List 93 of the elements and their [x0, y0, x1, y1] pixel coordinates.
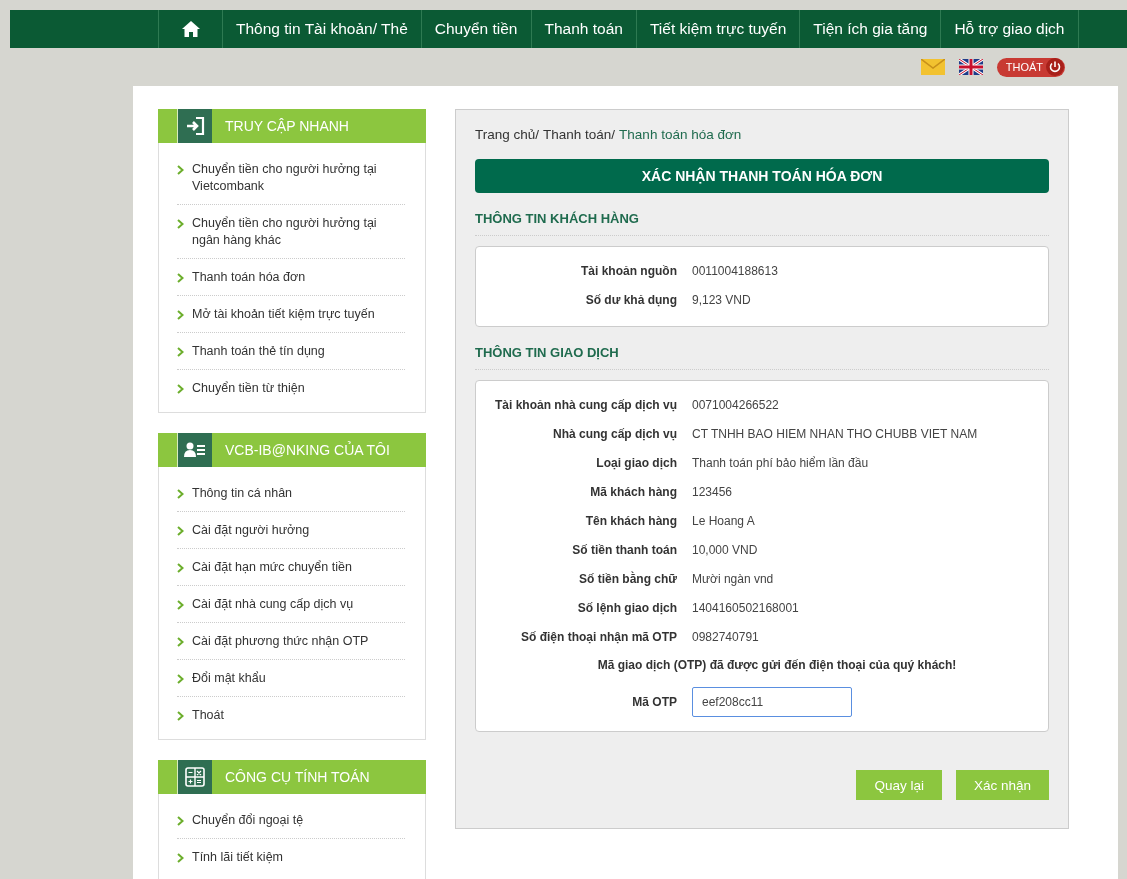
home-icon	[180, 20, 201, 38]
nav-link[interactable]: Thông tin Tài khoản/ Thẻ	[223, 10, 422, 48]
section-heading: THÔNG TIN KHÁCH HÀNG	[475, 211, 1049, 236]
field-value: 0071004266522	[692, 397, 779, 412]
chevron-icon	[177, 489, 184, 499]
link-text: Chuyển tiền cho người hưởng tại Vietcombank	[192, 161, 378, 195]
uk-flag-icon[interactable]	[958, 59, 983, 75]
calculator-icon	[185, 767, 205, 787]
field-label: Loại giao dịch	[595, 455, 677, 470]
breadcrumb-link[interactable]: Trang chủ/	[475, 127, 540, 142]
sidebar-link[interactable]: Thanh toán thẻ tín dụng	[177, 333, 405, 370]
sidebar-link[interactable]: Chuyển đổi ngoại tệ	[177, 802, 405, 839]
link-text: Thanh toán hóa đơn	[192, 269, 306, 286]
sidebar-link[interactable]: Tính lãi tiết kiệm	[177, 839, 405, 875]
field-label: Tên khách hàng	[584, 513, 677, 528]
sidebar-link[interactable]: Cài đặt hạn mức chuyển tiền	[177, 549, 405, 586]
otp-field[interactable]: eef208cc11	[692, 687, 852, 717]
link-text: Thoát	[192, 707, 224, 724]
breadcrumb-link[interactable]: Thanh toán hóa đơn	[619, 127, 742, 142]
field-value: 0011004188613	[692, 263, 778, 278]
panel-title: VCB-IB@NKING CỦA TÔI	[225, 442, 390, 458]
chevron-icon	[177, 384, 184, 394]
link-text: Cài đặt người hưởng	[192, 522, 310, 539]
panel-title: CÔNG CỤ TÍNH TOÁN	[225, 769, 370, 785]
sidebar-link[interactable]: Chuyển tiền từ thiện	[177, 370, 405, 406]
otp-notice: Mã giao dịch (OTP) đã được gửi đến điện thoại của quý khách!	[596, 657, 958, 674]
sidebar-link[interactable]: Thông tin cá nhân	[177, 475, 405, 512]
link-text: Tính lãi tiết kiệm	[192, 849, 283, 866]
field-label: Số tiền bằng chữ	[577, 571, 677, 586]
chevron-icon	[177, 674, 184, 684]
power-icon	[1046, 58, 1064, 76]
field-label: Số điện thoại nhận mã OTP	[520, 629, 677, 644]
field-value: 9,123 VND	[692, 292, 751, 307]
nav-link[interactable]: Tiện ích gia tăng	[800, 10, 942, 48]
link-text: Mở tài khoản tiết kiệm trực tuyến	[192, 306, 375, 323]
sidebar-link[interactable]: Cài đặt phương thức nhận OTP	[177, 623, 405, 660]
chevron-icon	[177, 637, 184, 647]
field-label: Số lệnh giao dịch	[576, 600, 677, 615]
profile-icon	[184, 441, 206, 459]
chevron-icon	[177, 347, 184, 357]
field-value: 10,000 VND	[692, 542, 758, 557]
link-text: Cài đặt nhà cung cấp dịch vụ	[192, 596, 354, 613]
link-text: Chuyển tiền cho người hưởng tại ngân hàng khác	[192, 215, 378, 249]
panel-title: TRUY CẬP NHANH	[225, 118, 349, 134]
chevron-icon	[177, 310, 184, 320]
sidebar-link[interactable]: Thoát	[177, 697, 405, 733]
field-label: Nhà cung cấp dịch vụ	[551, 426, 677, 441]
nav-link[interactable]: Thanh toán	[531, 10, 637, 48]
home-link[interactable]	[158, 10, 223, 48]
chevron-icon	[177, 526, 184, 536]
field-label: Số tiền thanh toán	[571, 542, 677, 557]
field-label: Mã OTP	[631, 695, 677, 709]
chevron-icon	[177, 816, 184, 826]
chevron-icon	[177, 219, 184, 229]
nav-link[interactable]: Chuyển tiền	[421, 10, 532, 48]
chevron-icon	[177, 853, 184, 863]
breadcrumb-link[interactable]: Thanh toán/	[543, 127, 616, 142]
section-heading: THÔNG TIN GIAO DỊCH	[475, 345, 1049, 370]
link-text: Chuyển đổi ngoại tệ	[192, 812, 304, 829]
field-value: Thanh toán phí bảo hiểm lần đầu	[692, 455, 869, 470]
field-value: Le Hoang A	[692, 513, 755, 528]
field-label: Tài khoản nhà cung cấp dịch vụ	[493, 397, 677, 412]
field-value: Mười ngàn vnd	[692, 571, 774, 586]
page-title: XÁC NHẬN THANH TOÁN HÓA ĐƠN	[641, 168, 883, 184]
chevron-icon	[177, 600, 184, 610]
nav-link[interactable]: Tiết kiệm trực tuyến	[636, 10, 801, 48]
sidebar-link[interactable]: Mở tài khoản tiết kiệm trực tuyến	[177, 296, 405, 333]
sidebar-link[interactable]: Cài đặt nhà cung cấp dịch vụ	[177, 586, 405, 623]
field-value: 1404160502168001	[692, 600, 799, 615]
sidebar-link[interactable]: Đổi mật khẩu	[177, 660, 405, 697]
field-label: Số dư khả dụng	[584, 292, 677, 307]
sidebar-link[interactable]: Chuyển tiền cho người hưởng tại Vietcombank	[177, 151, 405, 205]
chevron-icon	[177, 165, 184, 175]
sidebar-link[interactable]: Thanh toán hóa đơn	[177, 259, 405, 296]
login-icon	[185, 116, 205, 136]
logout-button[interactable]: THOÁT	[996, 57, 1065, 77]
chevron-icon	[177, 273, 184, 283]
link-text: Cài đặt phương thức nhận OTP	[192, 633, 369, 650]
field-value: CT TNHH BAO HIEM NHAN THO CHUBB VIET NAM	[692, 426, 978, 441]
link-text: Chuyển tiền từ thiện	[192, 380, 305, 397]
sidebar-link[interactable]: Cài đặt người hưởng	[177, 512, 405, 549]
nav-link[interactable]: Hỗ trợ giao dịch	[941, 10, 1079, 48]
field-label: Tài khoản nguồn	[580, 263, 677, 278]
field-label: Mã khách hàng	[589, 484, 677, 499]
chevron-icon	[177, 563, 184, 573]
field-value: 0982740791	[692, 629, 759, 644]
link-text: Cài đặt hạn mức chuyển tiền	[192, 559, 352, 576]
link-text: Thanh toán thẻ tín dụng	[192, 343, 325, 360]
sidebar-link[interactable]: Chuyển tiền cho người hưởng tại ngân hàng khác	[177, 205, 405, 259]
field-value: 123456	[692, 484, 733, 499]
chevron-icon	[177, 711, 184, 721]
link-text: Thông tin cá nhân	[192, 485, 293, 502]
link-text: Đổi mật khẩu	[192, 670, 266, 687]
